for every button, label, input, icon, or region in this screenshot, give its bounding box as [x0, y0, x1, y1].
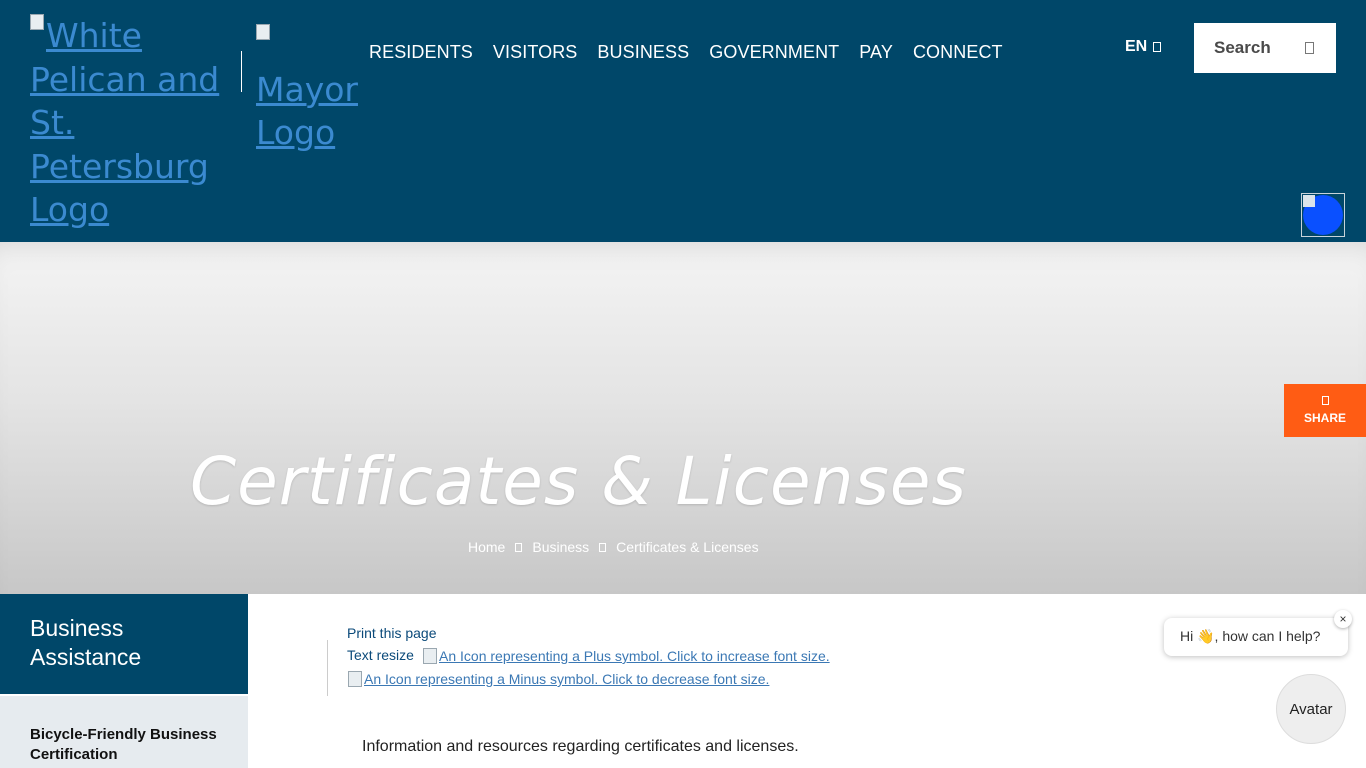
- tools-divider: [327, 640, 328, 696]
- search-label: Search: [1214, 38, 1271, 57]
- chat-greeting[interactable]: Hi 👋, how can I help?: [1164, 618, 1348, 656]
- chat-close-button[interactable]: ×: [1334, 610, 1352, 628]
- chevron-right-icon: [515, 542, 523, 552]
- site-header: White Pelican and St. Petersburg Logo Ma…: [0, 0, 1366, 242]
- mayor-logo-link[interactable]: Mayor Logo: [256, 24, 366, 155]
- search-icon: [1305, 42, 1314, 54]
- search-button[interactable]: Search: [1194, 23, 1336, 73]
- plus-icon: [423, 648, 437, 664]
- site-logo-alt: White Pelican and St. Petersburg Logo: [30, 16, 220, 229]
- nav-connect[interactable]: CONNECT: [913, 40, 1003, 64]
- page-hero: Certificates & Licenses Home Business Ce…: [0, 242, 1366, 594]
- sidebar-item-bicycle-friendly[interactable]: Bicycle-Friendly Business Certification: [0, 696, 248, 768]
- decrease-font-button[interactable]: An Icon representing a Minus symbol. Cli…: [348, 671, 769, 687]
- breadcrumb: Home Business Certificates & Licenses: [468, 539, 759, 555]
- increase-font-alt: An Icon representing a Plus symbol. Clic…: [439, 648, 830, 664]
- mayor-logo-alt: Mayor Logo: [256, 69, 358, 153]
- accessibility-button[interactable]: [1301, 193, 1345, 237]
- nav-business[interactable]: BUSINESS: [597, 40, 689, 64]
- logo-divider: [241, 51, 242, 92]
- page-title: Certificates & Licenses: [190, 443, 967, 520]
- broken-image-icon: [256, 24, 270, 40]
- breadcrumb-business[interactable]: Business: [532, 539, 589, 555]
- nav-pay[interactable]: PAY: [859, 40, 893, 64]
- share-icon: [1321, 396, 1329, 405]
- increase-font-button[interactable]: An Icon representing a Plus symbol. Clic…: [423, 648, 830, 664]
- text-resize-label: Text resize: [347, 647, 414, 663]
- minus-icon: [348, 671, 362, 687]
- breadcrumb-current: Certificates & Licenses: [616, 539, 759, 555]
- nav-residents[interactable]: RESIDENTS: [369, 40, 473, 64]
- intro-text: Information and resources regarding cert…: [362, 738, 799, 755]
- share-button[interactable]: SHARE: [1284, 384, 1366, 437]
- nav-government[interactable]: GOVERNMENT: [709, 40, 839, 64]
- share-label: SHARE: [1303, 411, 1346, 425]
- main-nav: RESIDENTS VISITORS BUSINESS GOVERNMENT P…: [369, 40, 1003, 64]
- broken-image-icon: [1303, 195, 1315, 207]
- chevron-down-icon: [1153, 42, 1162, 52]
- broken-image-icon: [30, 14, 44, 30]
- language-selector[interactable]: EN: [1125, 38, 1162, 56]
- chevron-right-icon: [599, 542, 607, 552]
- print-page-link[interactable]: Print this page: [347, 625, 437, 641]
- nav-visitors[interactable]: VISITORS: [493, 40, 578, 64]
- site-logo-link[interactable]: White Pelican and St. Petersburg Logo: [30, 14, 230, 232]
- language-label: EN: [1125, 38, 1148, 55]
- sidebar-title[interactable]: Business Assistance: [0, 594, 248, 694]
- breadcrumb-home[interactable]: Home: [468, 539, 505, 555]
- decrease-font-alt: An Icon representing a Minus symbol. Cli…: [364, 671, 770, 687]
- chat-avatar-button[interactable]: Avatar: [1276, 674, 1346, 744]
